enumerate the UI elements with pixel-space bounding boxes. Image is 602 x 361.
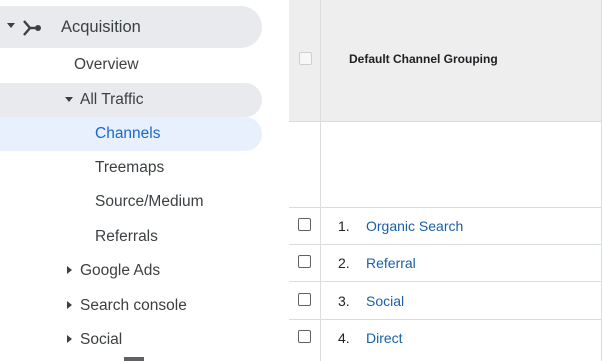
row-checkbox[interactable]: [298, 255, 311, 268]
sidebar-nav: Acquisition Overview All Traffic Channel…: [0, 0, 289, 361]
select-all-checkbox: [299, 52, 312, 65]
sidebar-item-all-traffic[interactable]: All Traffic: [0, 83, 262, 117]
sidebar-item-label: All Traffic: [80, 91, 144, 108]
sidebar-item-label: Google Ads: [80, 262, 161, 279]
caret-down-icon: [65, 97, 73, 102]
acquisition-fork-icon: [22, 18, 42, 43]
sidebar-item-google-ads[interactable]: Google Ads: [0, 254, 262, 288]
sidebar-item-label: Source/Medium: [95, 193, 204, 210]
table-row: 1. Organic Search: [289, 208, 602, 245]
column-header-default-channel-grouping: Default Channel Grouping: [349, 52, 498, 66]
row-index: 2.: [338, 255, 350, 271]
sidebar-item-referrals[interactable]: Referrals: [0, 220, 262, 254]
table-header: Default Channel Grouping: [289, 0, 602, 122]
sidebar-item-label: Treemaps: [95, 159, 165, 176]
sidebar-item-label: Social: [80, 331, 123, 348]
row-index: 4.: [338, 330, 350, 346]
caret-down-icon: [7, 23, 15, 28]
column-divider: [320, 0, 321, 361]
table-row: 2. Referral: [289, 245, 602, 282]
channel-link-referral[interactable]: Referral: [366, 255, 416, 271]
caret-right-icon: [67, 335, 72, 343]
row-index: 1.: [338, 218, 350, 234]
row-checkbox[interactable]: [298, 218, 311, 231]
sidebar-item-channels[interactable]: Channels: [0, 117, 262, 151]
sidebar-item-label: Search console: [80, 297, 187, 314]
sidebar-item-label: Channels: [95, 125, 161, 142]
channel-link-organic-search[interactable]: Organic Search: [366, 218, 463, 234]
sidebar-item-overview[interactable]: Overview: [0, 48, 262, 82]
sidebar-item-social[interactable]: Social: [0, 323, 262, 357]
channel-link-social[interactable]: Social: [366, 293, 404, 309]
caret-right-icon: [67, 301, 72, 309]
sidebar-item-label: Overview: [74, 56, 139, 73]
sidebar-item-label: Referrals: [95, 228, 158, 245]
channel-table: Default Channel Grouping 1. Organic Sear…: [289, 0, 602, 361]
scroll-indicator: [124, 357, 144, 361]
sidebar-item-search-console[interactable]: Search console: [0, 289, 262, 323]
row-checkbox[interactable]: [298, 330, 311, 343]
table-summary-row: [289, 123, 602, 208]
row-index: 3.: [338, 293, 350, 309]
sidebar-item-source-medium[interactable]: Source/Medium: [0, 185, 262, 219]
sidebar-item-treemaps[interactable]: Treemaps: [0, 151, 262, 185]
row-checkbox[interactable]: [298, 293, 311, 306]
sidebar-section-acquisition[interactable]: Acquisition: [0, 6, 262, 48]
table-row: 3. Social: [289, 283, 602, 320]
caret-right-icon: [67, 266, 72, 274]
sidebar-section-label: Acquisition: [61, 17, 141, 36]
table-row: 4. Direct: [289, 320, 602, 361]
channel-link-direct[interactable]: Direct: [366, 330, 403, 346]
